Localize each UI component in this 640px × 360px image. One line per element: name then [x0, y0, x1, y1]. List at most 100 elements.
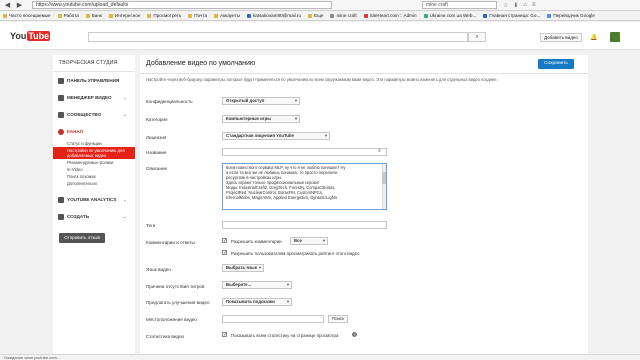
- chevron-down-icon: ⌄: [122, 111, 127, 118]
- save-button[interactable]: Сохранить: [538, 59, 574, 69]
- show-statistics-label: Показывать всем статистику на странице п…: [231, 333, 339, 338]
- folder-icon: [57, 13, 62, 18]
- caption-reason-label: Причина отсутствия титров: [146, 284, 205, 289]
- bookmark[interactable]: Ukraine.com.ua Web...: [423, 13, 476, 18]
- show-ratings-label: Разрешить пользователям просматривать ре…: [231, 251, 360, 256]
- sidebar-sub-featured[interactable]: Рекомендуемые ролики: [53, 159, 135, 166]
- chevron-down-icon: ⌄: [122, 94, 127, 101]
- upload-defaults-panel: Добавление видео по умолчанию Сохранить …: [140, 55, 588, 355]
- menu-icon[interactable]: ≡: [532, 2, 536, 9]
- description-textarea[interactable]: всем известного сервака MLP, ну что я не…: [222, 163, 387, 210]
- language-label: Язык видео: [146, 267, 171, 272]
- caption-reason-select[interactable]: Выберите...: [222, 281, 292, 289]
- analytics-icon: [58, 196, 64, 203]
- category-label: Категория: [146, 117, 168, 122]
- folder-icon: [108, 13, 113, 18]
- page-icon: [363, 13, 368, 18]
- language-select[interactable]: Выбрать язык: [222, 264, 264, 272]
- category-select[interactable]: Компьютерные игры: [222, 115, 300, 123]
- show-statistics-checkbox[interactable]: ✓: [222, 332, 227, 338]
- bookmark[interactable]: Аккаунты: [214, 13, 240, 18]
- scrollbar-thumb[interactable]: [382, 172, 386, 184]
- avatar[interactable]: [610, 32, 620, 42]
- sidebar-sub-invideo[interactable]: In-Video: [53, 166, 135, 173]
- bookmark[interactable]: SiteHeart.com :: Admin: [363, 13, 417, 18]
- channel-icon: [58, 128, 64, 135]
- sidebar-item-dashboard[interactable]: ПАНЕЛЬ УПРАВЛЕНИЯ: [53, 72, 135, 89]
- show-ratings-checkbox[interactable]: ✓: [222, 250, 227, 256]
- chevron-down-icon: ⌄: [122, 196, 127, 203]
- folder-icon: [188, 13, 193, 18]
- bookmark[interactable]: katsakovam80@mail.ru: [247, 13, 301, 18]
- bookmark[interactable]: Часто посещаемые: [3, 13, 51, 18]
- star-icon[interactable]: ☆: [503, 2, 508, 9]
- upload-button[interactable]: Добавить видео: [540, 33, 582, 42]
- bookmark[interactable]: Почта: [188, 13, 207, 18]
- text-format-icon[interactable]: ≡: [378, 148, 381, 154]
- suggest-improvements-label: Предлагать улучшения видео: [146, 300, 210, 305]
- browser-search-field[interactable]: mine craft: [422, 1, 497, 9]
- bookmark[interactable]: Банк: [85, 13, 102, 18]
- url-field[interactable]: https://www.youtube.com/upload_defaults: [32, 1, 332, 9]
- divider: [140, 73, 588, 74]
- youtube-search-input[interactable]: [88, 32, 468, 42]
- folder-icon: [147, 13, 152, 18]
- bookmark[interactable]: mine craft: [330, 13, 357, 18]
- help-icon[interactable]: ?: [352, 332, 357, 337]
- location-label: Местоположение видео: [146, 317, 197, 322]
- youtube-logo[interactable]: You Tube: [10, 31, 51, 41]
- title-label: Название: [146, 150, 167, 155]
- forward-icon[interactable]: ▶: [15, 1, 24, 10]
- comments-mode-select[interactable]: Все: [290, 237, 328, 245]
- bookmark[interactable]: Просмотреть: [147, 13, 181, 18]
- chevron-down-icon: ⌄: [122, 213, 127, 220]
- bookmark[interactable]: Работа: [57, 13, 79, 18]
- home-icon[interactable]: ⌂: [523, 2, 527, 9]
- page-icon: [330, 13, 335, 18]
- privacy-label: Конфиденциальность: [146, 99, 193, 104]
- bookmark[interactable]: Главная страница: Go...: [483, 13, 540, 18]
- privacy-select[interactable]: Открытый доступ: [222, 97, 300, 105]
- sidebar-sub-similar[interactable]: Поиск похожих: [53, 173, 135, 180]
- browser-tools: ☆ ⬇ ⌂ ≡: [503, 2, 536, 9]
- bell-icon[interactable]: 🔔: [590, 34, 597, 41]
- sidebar-sub-upload-defaults[interactable]: Настройки по умолчанию для добавляемых в…: [53, 147, 135, 159]
- send-feedback-button[interactable]: Отправить отзыв: [59, 233, 105, 243]
- sidebar-item-create[interactable]: СОЗДАТЬ ⌄: [53, 208, 135, 225]
- community-icon: [58, 111, 64, 118]
- browser-status-bar: Ожидание www.youtube.com...: [0, 354, 640, 360]
- page-icon: [423, 13, 428, 18]
- video-manager-icon: [58, 94, 64, 101]
- textarea-scrollbar[interactable]: [382, 164, 386, 209]
- tags-field[interactable]: [222, 221, 387, 229]
- title-field[interactable]: [222, 148, 387, 156]
- search-icon[interactable]: ⌕: [468, 32, 486, 42]
- license-label: Лицензия: [146, 135, 167, 140]
- suggest-improvements-select[interactable]: Показывать подсказки: [222, 298, 292, 306]
- back-icon[interactable]: ◀: [3, 1, 12, 10]
- sidebar-sub-status[interactable]: Статус и функции: [53, 140, 135, 147]
- translate-icon: [547, 13, 552, 18]
- sidebar-item-video-manager[interactable]: МЕНЕДЖЕР ВИДЕО ⌄: [53, 89, 135, 106]
- description-label: Описание: [146, 166, 168, 171]
- sidebar-item-community[interactable]: СООБЩЕСТВО ⌄: [53, 106, 135, 123]
- location-search-button[interactable]: Поиск: [328, 315, 348, 323]
- sidebar-item-analytics[interactable]: YOUTUBE ANALYTICS ⌄: [53, 191, 135, 208]
- browser-toolbar: ◀ ▶ https://www.youtube.com/upload_defau…: [0, 0, 640, 11]
- license-select[interactable]: Стандартная лицензия YouTube: [222, 132, 330, 140]
- download-icon[interactable]: ⬇: [513, 2, 518, 9]
- bookmark[interactable]: Еще: [308, 13, 323, 18]
- page-title: Добавление видео по умолчанию: [146, 60, 256, 67]
- bookmark[interactable]: Интересное: [108, 13, 140, 18]
- bookmark[interactable]: Переводчик Google: [547, 13, 595, 18]
- location-field[interactable]: [222, 315, 324, 323]
- sidebar-sub-advanced[interactable]: Дополнительно: [53, 180, 135, 187]
- allow-comments-checkbox[interactable]: ✓: [222, 238, 227, 244]
- comments-label: Комментарии и ответы: [146, 240, 195, 245]
- youtube-header: You Tube ⌕ Добавить видео 🔔: [0, 22, 640, 50]
- bookmark-icon: [3, 13, 7, 18]
- folder-icon: [308, 13, 313, 18]
- folder-icon: [214, 13, 219, 18]
- allow-comments-label: Разрешить комментарии: [231, 239, 282, 244]
- sidebar-item-channel[interactable]: КАНАЛ: [53, 123, 135, 140]
